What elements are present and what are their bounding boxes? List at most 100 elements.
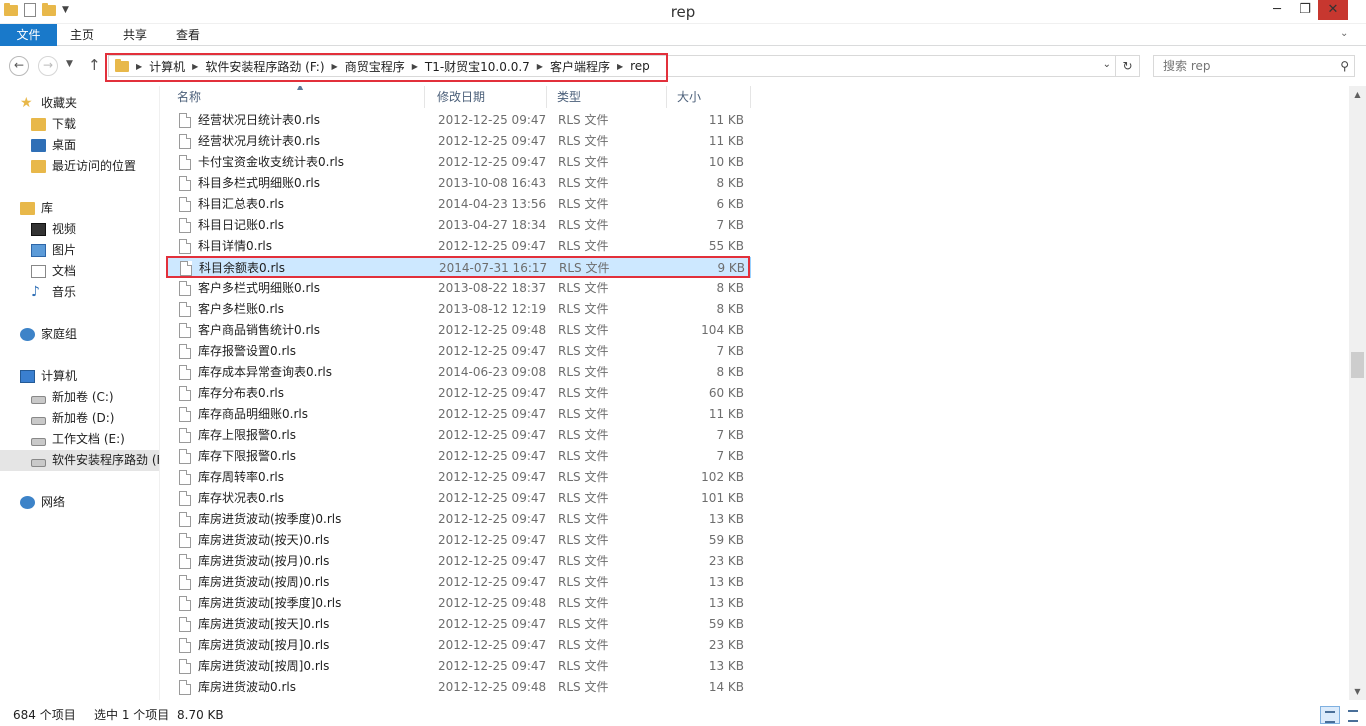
file-row[interactable]: 库房进货波动[按周]0.rls 2012-12-25 09:47 RLS 文件 13 … [167,656,751,677]
search-icon[interactable]: ⚲ [1340,59,1349,73]
breadcrumb-arrow-icon[interactable]: ▶ [412,62,418,71]
file-date: 2012-12-25 09:47 [438,470,547,484]
file-row[interactable]: 库房进货波动0.rls 2012-12-25 09:48 RLS 文件 14 KB [167,677,751,698]
close-button[interactable]: ✕ [1318,0,1348,20]
scroll-up-icon[interactable]: ▲ [1349,86,1366,103]
file-row[interactable]: 库房进货波动(按周)0.rls 2012-12-25 09:47 RLS 文件 13 … [167,572,751,593]
nav-drive-e[interactable]: 工作文档 (E:) [0,429,125,450]
address-bar[interactable]: ▶ 计算机 ▶ 软件安装程序路劲 (F:) ▶ 商贸宝程序 ▶ T1-财贸宝10… [108,55,1140,77]
nav-drive-c[interactable]: 新加卷 (C:) [0,387,114,408]
address-history-dropdown-icon[interactable]: ⌄ [1103,59,1111,70]
breadcrumb-computer[interactable]: 计算机 [149,58,185,75]
nav-network[interactable]: 网络 [0,492,65,513]
breadcrumb-arrow-icon[interactable]: ▶ [537,62,543,71]
file-size: 7 KB [716,428,744,442]
file-row[interactable]: 库存状况表0.rls 2012-12-25 09:47 RLS 文件 101 KB [167,488,751,509]
breadcrumb-rep[interactable]: rep [630,59,650,73]
file-row[interactable]: 科目余额表0.rls 2014-07-31 16:17 RLS 文件 9 KB [167,257,751,278]
file-size: 9 KB [717,261,745,275]
file-row[interactable]: 卡付宝资金收支统计表0.rls 2012-12-25 09:47 RLS 文件 10 … [167,152,751,173]
tab-view[interactable]: 查看 [162,24,214,46]
vertical-scrollbar[interactable]: ▲ ▼ [1349,86,1366,700]
tab-share[interactable]: 共享 [110,24,160,46]
file-type: RLS 文件 [558,533,609,547]
nav-videos[interactable]: 视频 [0,219,76,240]
nav-favorites[interactable]: ★ 收藏夹 [0,93,77,114]
file-size: 104 KB [701,323,744,337]
search-input[interactable] [1154,56,1328,76]
file-type: RLS 文件 [558,554,609,568]
nav-libraries[interactable]: 库 [0,198,53,219]
file-row[interactable]: 客户多栏式明细账0.rls 2013-08-22 18:37 RLS 文件 8 KB [167,278,751,299]
details-view-icon[interactable] [1320,706,1340,724]
file-row[interactable]: 库房进货波动[按天]0.rls 2012-12-25 09:47 RLS 文件 59 … [167,614,751,635]
file-name: 客户商品销售统计0.rls [198,323,320,337]
scroll-thumb[interactable] [1351,352,1364,378]
nav-desktop[interactable]: 桌面 [0,135,76,156]
file-row[interactable]: 库房进货波动[按月]0.rls 2012-12-25 09:47 RLS 文件 23 … [167,635,751,656]
file-row[interactable]: 库存成本异常查询表0.rls 2014-06-23 09:08 RLS 文件 8 KB [167,362,751,383]
nav-drive-d[interactable]: 新加卷 (D:) [0,408,114,429]
breadcrumb-version[interactable]: T1-财贸宝10.0.0.7 [425,58,530,75]
breadcrumb-arrow-icon[interactable]: ▶ [617,62,623,71]
file-size: 59 KB [708,533,744,547]
tab-file[interactable]: 文件 [0,24,57,46]
breadcrumb-drive-f[interactable]: 软件安装程序路劲 (F:) [205,58,324,75]
file-row[interactable]: 库存分布表0.rls 2012-12-25 09:47 RLS 文件 60 KB [167,383,751,404]
tab-home[interactable]: 主页 [57,24,107,46]
breadcrumb-client[interactable]: 客户端程序 [550,58,610,75]
file-name: 经营状况日统计表0.rls [198,113,320,127]
nav-documents[interactable]: 文档 [0,261,76,282]
file-row[interactable]: 科目多栏式明细账0.rls 2013-10-08 16:43 RLS 文件 8 KB [167,173,751,194]
file-row[interactable]: 库存下限报警0.rls 2012-12-25 09:47 RLS 文件 7 KB [167,446,751,467]
file-row[interactable]: 库存报警设置0.rls 2012-12-25 09:47 RLS 文件 7 KB [167,341,751,362]
large-icons-view-icon[interactable] [1344,706,1364,724]
nav-drive-f[interactable]: 软件安装程序路劲 (F:) [0,450,159,471]
column-size[interactable]: 大小 [667,86,751,108]
up-button[interactable]: ↑ [88,56,101,74]
nav-computer[interactable]: 计算机 [0,366,77,387]
file-row[interactable]: 库存周转率0.rls 2012-12-25 09:47 RLS 文件 102 KB [167,467,751,488]
back-button[interactable]: ← [9,56,29,76]
file-name: 科目余额表0.rls [199,261,285,275]
ribbon-expand-icon[interactable]: ⌄ [1340,28,1354,39]
nav-recent-places[interactable]: 最近访问的位置 [0,156,136,177]
nav-music[interactable]: ♪ 音乐 [0,282,76,303]
recent-locations-icon[interactable]: ▼ [66,59,73,69]
file-name: 库房进货波动(按月)0.rls [198,554,330,568]
breadcrumb-program[interactable]: 商贸宝程序 [345,58,405,75]
file-row[interactable]: 科目日记账0.rls 2013-04-27 18:34 RLS 文件 7 KB [167,215,751,236]
column-name[interactable]: 名称 [167,86,425,108]
breadcrumb-arrow-icon[interactable]: ▶ [332,62,338,71]
file-icon [179,617,191,632]
nav-homegroup[interactable]: 家庭组 [0,324,77,345]
forward-button[interactable]: → [38,56,58,76]
breadcrumb-arrow-icon[interactable]: ▶ [192,62,198,71]
file-size: 7 KB [716,218,744,232]
column-type[interactable]: 类型 [547,86,667,108]
refresh-icon[interactable]: ↻ [1115,56,1139,76]
nav-downloads[interactable]: 下载 [0,114,76,135]
file-row[interactable]: 客户多栏账0.rls 2013-08-12 12:19 RLS 文件 8 KB [167,299,751,320]
file-row[interactable]: 客户商品销售统计0.rls 2012-12-25 09:48 RLS 文件 104 K… [167,320,751,341]
file-row[interactable]: 经营状况月统计表0.rls 2012-12-25 09:47 RLS 文件 11 KB [167,131,751,152]
file-row[interactable]: 库房进货波动[按季度]0.rls 2012-12-25 09:48 RLS 文件 13… [167,593,751,614]
file-row[interactable]: 库房进货波动(按天)0.rls 2012-12-25 09:47 RLS 文件 59 … [167,530,751,551]
file-row[interactable]: 经营状况日统计表0.rls 2012-12-25 09:47 RLS 文件 11 KB [167,110,751,131]
file-row[interactable]: 科目详情0.rls 2012-12-25 09:47 RLS 文件 55 KB [167,236,751,257]
nav-pictures[interactable]: 图片 [0,240,76,261]
column-date[interactable]: 修改日期 [427,86,547,108]
file-row[interactable]: 库房进货波动(按季度)0.rls 2012-12-25 09:47 RLS 文件 13… [167,509,751,530]
file-row[interactable]: 科目汇总表0.rls 2014-04-23 13:56 RLS 文件 6 KB [167,194,751,215]
breadcrumb-arrow-icon[interactable]: ▶ [136,62,142,71]
maximize-button[interactable]: ❐ [1290,0,1320,20]
file-type: RLS 文件 [558,659,609,673]
search-box[interactable]: ⚲ [1153,55,1355,77]
drive-icon [31,395,46,404]
file-date: 2014-06-23 09:08 [438,365,547,379]
scroll-down-icon[interactable]: ▼ [1349,683,1366,700]
minimize-button[interactable]: ─ [1262,0,1292,20]
file-row[interactable]: 库房进货波动(按月)0.rls 2012-12-25 09:47 RLS 文件 23 … [167,551,751,572]
file-row[interactable]: 库存商品明细账0.rls 2012-12-25 09:47 RLS 文件 11 KB [167,404,751,425]
file-row[interactable]: 库存上限报警0.rls 2012-12-25 09:47 RLS 文件 7 KB [167,425,751,446]
